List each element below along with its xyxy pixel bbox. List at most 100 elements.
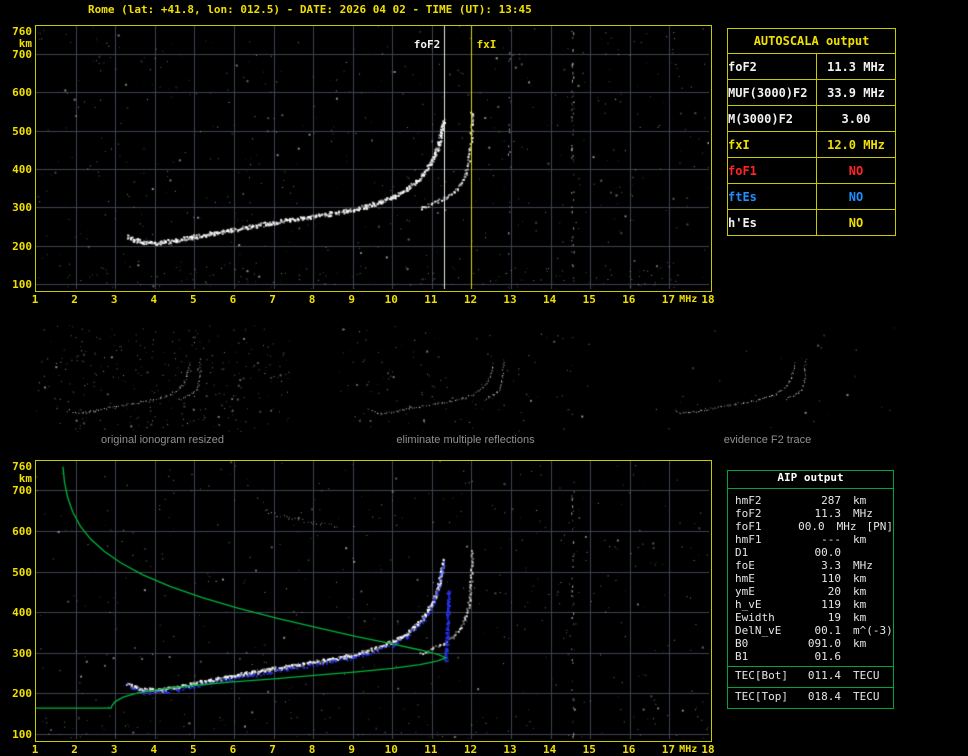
top-x-tick: 13 bbox=[503, 293, 517, 306]
top-x-tick: 12 bbox=[463, 293, 478, 306]
autoscala-parameter-label: ftEs bbox=[727, 183, 817, 210]
aip-parameter-label: foF2 bbox=[735, 507, 762, 520]
aip-row-hme: hmE 110 km bbox=[728, 572, 893, 585]
autoscala-parameter-value: 3.00 bbox=[816, 105, 896, 132]
aip-parameter-unit: MHz bbox=[853, 507, 873, 520]
aip-parameter-label: foF1 bbox=[735, 520, 762, 533]
top-x-tick: 16 bbox=[622, 293, 636, 306]
aip-parameter-label: DelN_vE bbox=[735, 624, 782, 637]
aip-row-tec-bot: TEC[Bot] 011.4 TECU bbox=[728, 666, 893, 684]
aip-row-deln-ve: DelN_vE 00.1 m^(-3) bbox=[728, 624, 893, 637]
bottom-y-tick: 400 bbox=[12, 606, 32, 620]
bottom-x-tick: 11 bbox=[424, 743, 438, 756]
aip-parameter-unit: km bbox=[853, 585, 867, 598]
bottom-x-tick: 3 bbox=[110, 743, 118, 756]
aip-parameter-value: 01.6 bbox=[814, 650, 842, 663]
aip-row-foe: foE 3.3 MHz bbox=[728, 559, 893, 572]
aip-row-h-ve: h_vE 119 km bbox=[728, 598, 893, 611]
top-x-tick: 2 bbox=[71, 293, 78, 306]
autoscala-parameter-label: M(3000)F2 bbox=[727, 105, 817, 132]
aip-parameter-label: Ewidth bbox=[735, 611, 775, 624]
autoscala-row-ftes: ftEs NO bbox=[727, 183, 896, 210]
aip-parameter-value: 018.4 bbox=[807, 690, 841, 703]
autoscala-row-m-3000-f2: M(3000)F2 3.00 bbox=[727, 105, 896, 132]
aip-parameter-unit: km bbox=[853, 637, 867, 650]
aip-parameter-label: TEC[Top] bbox=[735, 690, 788, 703]
bottom-x-axis-unit: MHz bbox=[679, 744, 698, 755]
top-x-tick: 15 bbox=[582, 293, 596, 306]
aip-parameter-value: 119 bbox=[821, 598, 841, 611]
aip-parameter-unit: MHz bbox=[836, 520, 857, 533]
bottom-y-tick: 600 bbox=[12, 524, 32, 538]
thumbnail-original-canvas bbox=[35, 325, 290, 432]
autoscala-parameter-value: NO bbox=[816, 183, 896, 210]
aip-parameter-unit: km bbox=[853, 598, 867, 611]
aip-parameter-value: 19 bbox=[827, 611, 841, 624]
top-y-tick: 400 bbox=[12, 163, 32, 177]
top-x-tick: 7 bbox=[269, 293, 276, 306]
bottom-ionogram-plot bbox=[35, 460, 712, 742]
thumbnail-original-ionogram bbox=[35, 325, 290, 432]
autoscala-parameter-label: foF2 bbox=[727, 53, 817, 80]
bottom-y-tick: 200 bbox=[12, 687, 32, 701]
autoscala-row-h-es: h'Es NO bbox=[727, 209, 896, 236]
top-x-tick: 14 bbox=[543, 293, 557, 306]
thumbnail-f2-trace-canvas bbox=[640, 325, 895, 432]
autoscala-row-fof2: foF2 11.3 MHz bbox=[727, 53, 896, 80]
top-x-tick: 9 bbox=[348, 293, 356, 306]
bottom-y-tick: 300 bbox=[12, 646, 32, 660]
top-x-tick: 5 bbox=[190, 293, 197, 306]
marker-label-fof2: foF2 bbox=[413, 38, 441, 51]
top-x-tick: 8 bbox=[308, 293, 316, 306]
aip-row-yme: ymE 20 km bbox=[728, 585, 893, 598]
thumbnail-f2-trace bbox=[640, 325, 895, 432]
bottom-x-tick: 12 bbox=[463, 743, 478, 756]
aip-rows-container: hmF2 287 km foF2 11.3 MHz foF1 00.0 MHz [PN] hmF1-… bbox=[728, 489, 893, 708]
aip-row-hmf2: hmF2 287 km bbox=[728, 494, 893, 507]
thumbnail-cleaned-ionogram bbox=[338, 325, 593, 432]
aip-parameter-value: 00.0 bbox=[798, 520, 825, 533]
top-x-tick: 1 bbox=[31, 293, 39, 306]
aip-parameter-label: hmF2 bbox=[735, 494, 762, 507]
aip-row-fof2: foF2 11.3 MHz bbox=[728, 507, 893, 520]
autoscala-parameter-label: MUF(3000)F2 bbox=[727, 79, 817, 106]
bottom-x-tick: 10 bbox=[384, 743, 398, 756]
autoscala-parameter-label: foF1 bbox=[727, 157, 817, 184]
autoscala-parameter-value: NO bbox=[816, 157, 896, 184]
aip-row-d1: D1 00.0 bbox=[728, 546, 893, 559]
aip-parameter-unit: MHz bbox=[853, 559, 873, 572]
autoscala-parameter-value: 12.0 MHz bbox=[816, 131, 896, 158]
aip-parameter-unit: km bbox=[853, 533, 867, 546]
aip-parameter-unit: TECU bbox=[853, 669, 880, 682]
aip-parameter-label: ymE bbox=[735, 585, 755, 598]
top-ionogram-canvas bbox=[36, 26, 709, 289]
aip-row-fof1: foF1 00.0 MHz [PN] bbox=[728, 520, 893, 533]
bottom-x-tick: 2 bbox=[71, 743, 78, 756]
autoscala-parameter-label: h'Es bbox=[727, 209, 817, 236]
aip-parameter-unit: km bbox=[853, 572, 867, 585]
aip-parameter-value: 00.0 bbox=[814, 546, 842, 559]
station-title: Rome (lat: +41.8, lon: 012.5) - DATE: 20… bbox=[88, 3, 532, 16]
aip-parameter-flag: [PN] bbox=[866, 520, 894, 533]
bottom-x-tick: 1 bbox=[31, 743, 39, 756]
bottom-y-tick: 700 bbox=[12, 484, 32, 498]
top-x-axis-unit: MHz bbox=[679, 294, 698, 305]
top-y-tick: 300 bbox=[12, 201, 32, 215]
autoscala-table-title: AUTOSCALA output bbox=[727, 28, 896, 54]
bottom-x-tick: 13 bbox=[503, 743, 517, 756]
aip-panel-title: AIP output bbox=[728, 471, 893, 489]
aip-parameter-value: 091.0 bbox=[807, 637, 841, 650]
aip-parameter-label: B1 bbox=[735, 650, 749, 663]
aip-output-panel: AIP output hmF2 287 km foF2 11.3 MHz foF1 00.0 M… bbox=[727, 470, 894, 709]
aip-row-hmf1: hmF1 --- km bbox=[728, 533, 893, 546]
caption-evidence-f2-trace: evidence F2 trace bbox=[723, 434, 812, 446]
bottom-x-tick: 4 bbox=[150, 743, 158, 756]
bottom-x-tick: 8 bbox=[308, 743, 316, 756]
bottom-y-tick: 500 bbox=[12, 565, 32, 579]
bottom-x-tick: 14 bbox=[543, 743, 557, 756]
aip-parameter-unit: km bbox=[853, 611, 867, 624]
aip-parameter-value: 11.3 bbox=[814, 507, 842, 520]
aip-parameter-label: foE bbox=[735, 559, 755, 572]
autoscala-output-table: AUTOSCALA output foF2 11.3 MHz MUF(3000)F2… bbox=[727, 28, 896, 236]
aip-parameter-value: 20 bbox=[827, 585, 841, 598]
